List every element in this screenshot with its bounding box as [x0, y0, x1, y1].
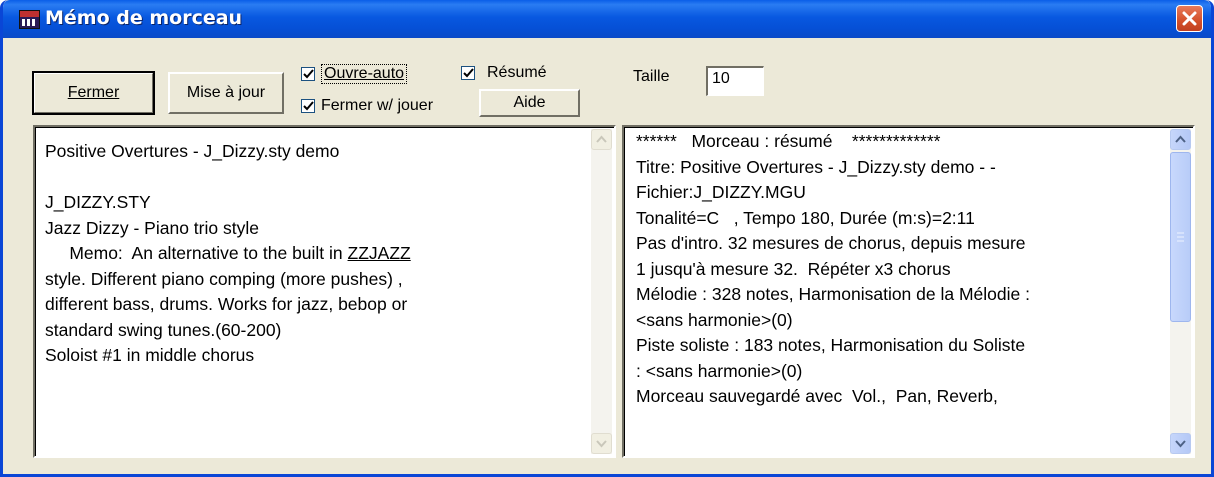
- close-button[interactable]: [1176, 5, 1203, 32]
- summary-line: <sans harmonie>(0): [636, 309, 793, 330]
- summary-line: : <sans harmonie>(0): [636, 360, 803, 381]
- taille-input[interactable]: 10: [706, 66, 764, 96]
- summary-line: Tonalité=C , Tempo 180, Durée (m:s)=2:11: [636, 207, 975, 228]
- resume-label: Résumé: [487, 64, 547, 81]
- window-title: Mémo de morceau: [45, 7, 243, 29]
- grip-icon: [1177, 232, 1184, 242]
- summary-line: Piste soliste : 183 notes, Harmonisation…: [636, 335, 1026, 355]
- ouvre-auto-label: Ouvre-auto: [321, 64, 408, 84]
- memo-line: Memo: An alternative to the built in ZZJ…: [45, 243, 411, 263]
- ouvre-auto-checkbox[interactable]: Ouvre-auto: [301, 64, 408, 84]
- check-icon: [303, 69, 314, 79]
- memo-line: standard swing tunes.(60-200): [45, 319, 282, 340]
- summary-line: ****** Morceau : résumé *************: [636, 131, 941, 151]
- scroll-thumb[interactable]: [1170, 152, 1191, 322]
- mise-a-jour-label: Mise à jour: [186, 84, 266, 101]
- ouvre-auto-checkbox-box[interactable]: [301, 67, 315, 81]
- memo-line: style. Different piano comping (more pus…: [45, 268, 403, 289]
- memo-line: J_DIZZY.STY: [45, 192, 151, 212]
- resume-checkbox[interactable]: Résumé: [461, 64, 547, 82]
- memo-text: Positive Overtures - J_Dizzy.sty demo J_…: [45, 139, 574, 369]
- resume-checkbox-box[interactable]: [461, 66, 475, 80]
- check-icon: [303, 101, 314, 111]
- check-icon: [463, 68, 474, 78]
- fermer-w-jouer-label: Fermer w/ jouer: [321, 97, 434, 114]
- summary-line: Mélodie : 328 notes, Harmonisation de la…: [636, 284, 1030, 304]
- summary-line: Titre: Positive Overtures - J_Dizzy.sty …: [636, 156, 996, 177]
- taille-label: Taille: [633, 68, 670, 85]
- mise-a-jour-button[interactable]: Mise à jour: [168, 72, 284, 114]
- summary-line: Pas d'intro. 32 mesures de chorus, depui…: [636, 233, 1026, 253]
- memo-scrollbar[interactable]: [591, 129, 612, 454]
- summary-line: Fichier:J_DIZZY.MGU: [636, 182, 806, 202]
- fermer-w-jouer-checkbox-box[interactable]: [301, 99, 315, 113]
- memo-line: Jazz Dizzy - Piano trio style: [45, 217, 259, 238]
- memo-line: different bass, drums. Works for jazz, b…: [45, 294, 408, 314]
- song-memo-window: Mémo de morceau Fermer Mise à jour Ouvre…: [0, 0, 1214, 477]
- close-icon: [1182, 11, 1197, 26]
- fermer-w-jouer-checkbox[interactable]: Fermer w/ jouer: [301, 97, 433, 115]
- scroll-up-button[interactable]: [1170, 129, 1191, 150]
- app-icon: [19, 10, 40, 29]
- aide-label: Aide: [513, 94, 546, 111]
- chevron-up-icon: [1175, 135, 1186, 143]
- fermer-button[interactable]: Fermer: [32, 71, 155, 115]
- scroll-up-button[interactable]: [591, 129, 612, 150]
- memo-line: Positive Overtures - J_Dizzy.sty demo: [45, 141, 340, 161]
- memo-textarea[interactable]: Positive Overtures - J_Dizzy.sty demo J_…: [33, 125, 616, 458]
- fermer-label: Fermer: [67, 84, 120, 101]
- summary-line: 1 jusqu'à mesure 32. Répéter x3 chorus: [636, 258, 951, 279]
- memo-line: Soloist #1 in middle chorus: [45, 345, 255, 365]
- aide-button[interactable]: Aide: [479, 89, 580, 117]
- chevron-down-icon: [1175, 440, 1186, 448]
- summary-textarea[interactable]: ****** Morceau : résumé ************* Tit…: [622, 125, 1195, 458]
- memo-line: [45, 165, 574, 191]
- scroll-down-button[interactable]: [1170, 433, 1191, 454]
- chevron-down-icon: [596, 440, 607, 448]
- summary-line: Morceau sauvegardé avec Vol., Pan, Rever…: [636, 386, 998, 406]
- chevron-up-icon: [596, 135, 607, 143]
- title-bar[interactable]: Mémo de morceau: [3, 0, 1211, 38]
- scroll-down-button[interactable]: [591, 433, 612, 454]
- summary-text: ****** Morceau : résumé ************* Tit…: [636, 129, 1153, 410]
- summary-scrollbar[interactable]: [1170, 129, 1191, 454]
